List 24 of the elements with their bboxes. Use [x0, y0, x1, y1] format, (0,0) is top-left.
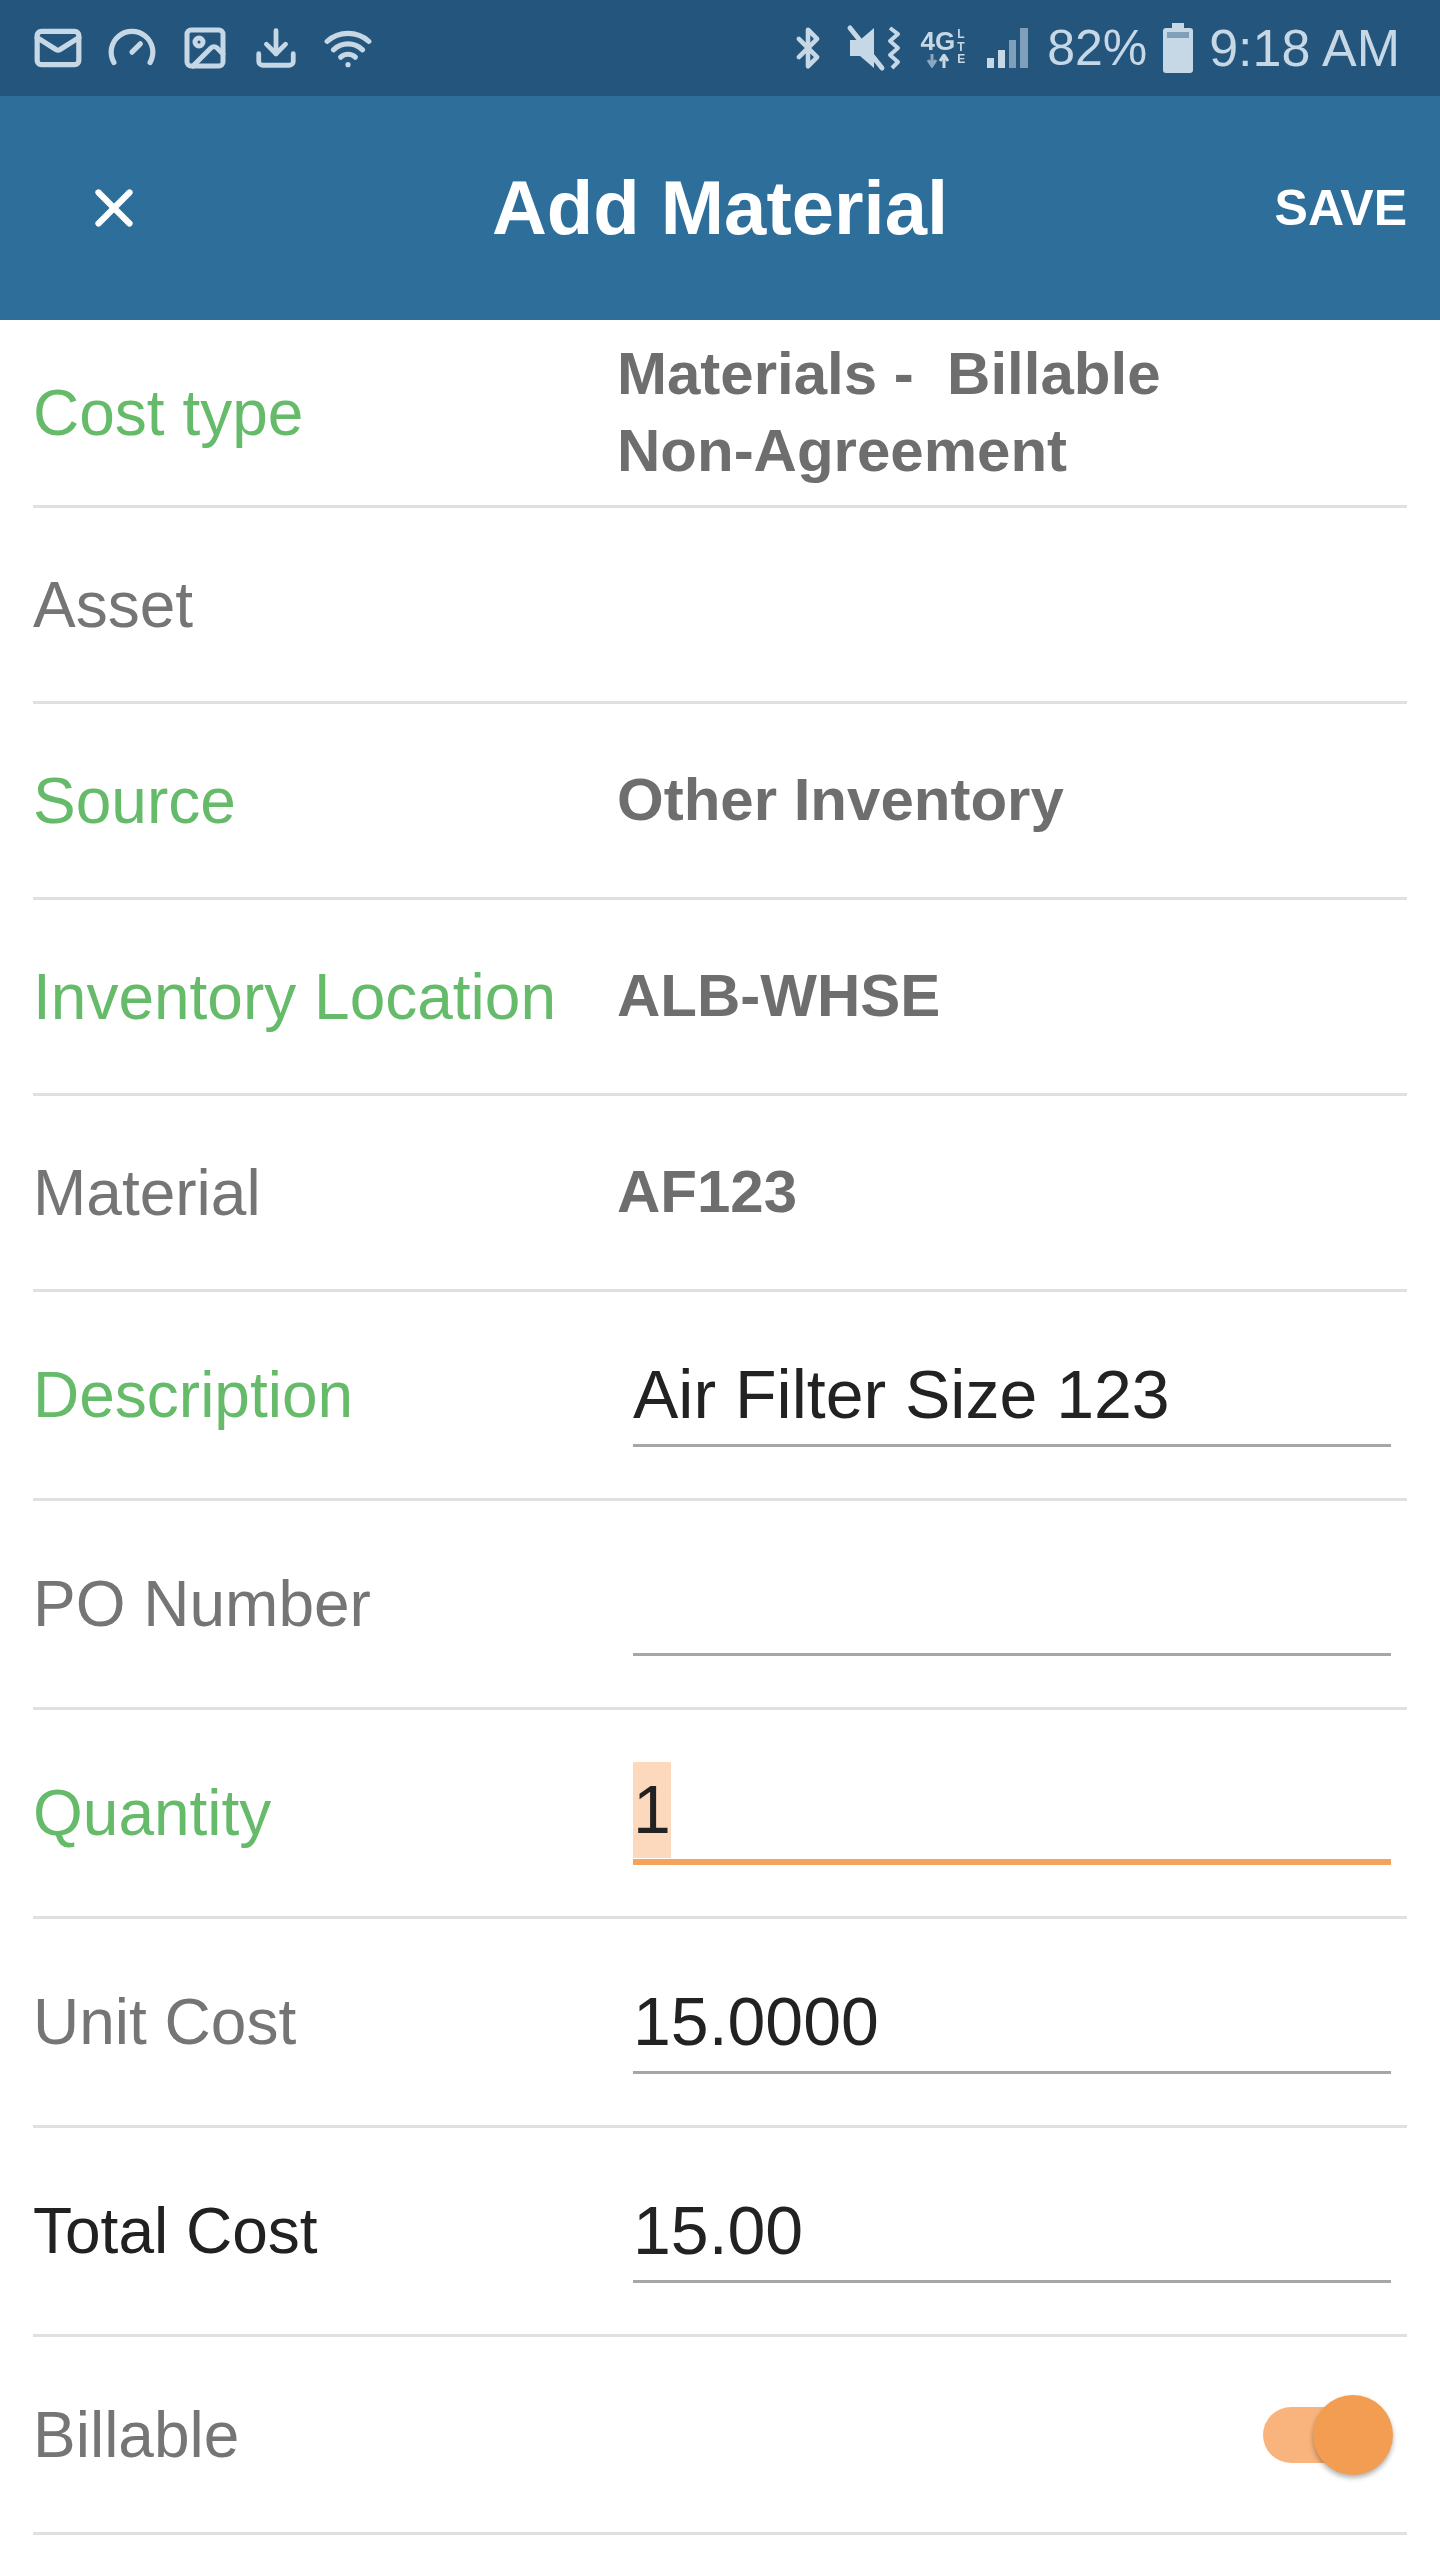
- text-field[interactable]: 15.0000: [633, 1970, 1391, 2074]
- network-type-text: 4G: [920, 28, 956, 54]
- data-arrows-icon: [924, 54, 951, 68]
- field-value: ALB-WHSE: [617, 961, 941, 1032]
- field-value: AF123: [617, 1157, 798, 1228]
- field-label: PO Number: [33, 1572, 371, 1636]
- network-lte-text: LTE: [957, 28, 967, 66]
- page-title: Add Material: [491, 170, 949, 246]
- text-field[interactable]: 1: [633, 1761, 1391, 1865]
- text-field[interactable]: 15.00: [633, 2179, 1391, 2283]
- field-value: Materials - Billable Non-Agreement: [617, 339, 1162, 486]
- field-label: Source: [33, 768, 236, 833]
- field-label: Unit Cost: [33, 1990, 297, 2054]
- toggle-switch[interactable]: [1263, 2394, 1393, 2475]
- clock-time: 9:18 AM: [1209, 22, 1400, 74]
- save-button[interactable]: SAVE: [1274, 173, 1407, 243]
- field-label: Asset: [33, 572, 194, 637]
- field-label: Material: [33, 1160, 261, 1225]
- text-field[interactable]: Air Filter Size 123: [633, 1343, 1391, 1447]
- battery-icon: [1163, 23, 1194, 73]
- field-label: Total Cost: [33, 2199, 318, 2263]
- battery-percent: 82%: [1047, 23, 1148, 73]
- field-value: Other Inventory: [617, 765, 1064, 836]
- field-label: Billable: [33, 2402, 240, 2467]
